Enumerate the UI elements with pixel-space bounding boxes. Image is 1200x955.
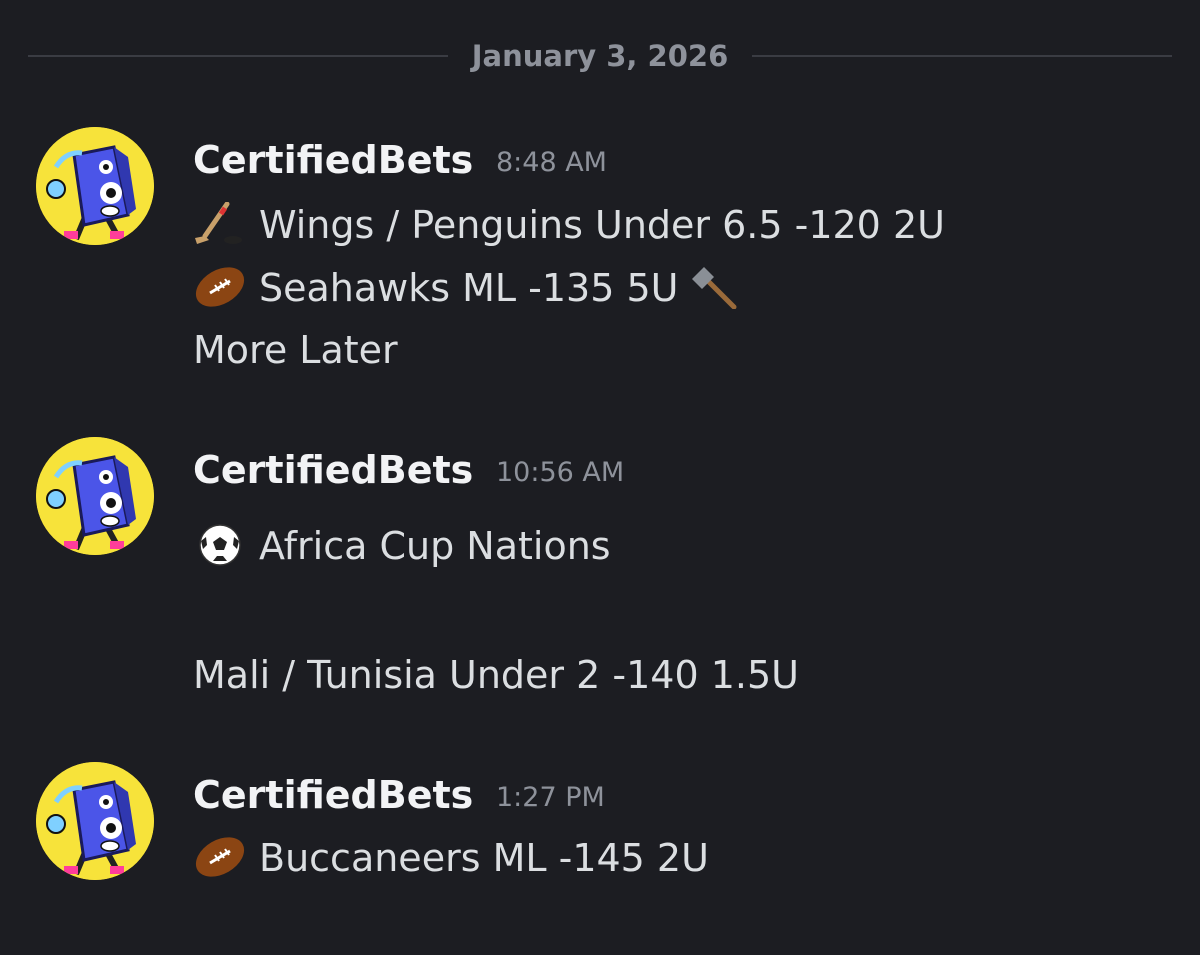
message-line: Seahawks ML -135 5U [193, 264, 742, 312]
soccer-ball-icon [193, 523, 247, 567]
message-line: Africa Cup Nations [193, 522, 611, 570]
message-line: Wings / Penguins Under 6.5 -120 2U [193, 201, 945, 249]
avatar[interactable] [36, 437, 154, 555]
message-timestamp[interactable]: 8:48 AM [496, 141, 607, 185]
username[interactable]: CertifiedBets [193, 448, 473, 492]
message-line: Buccaneers ML -145 2U [193, 834, 709, 882]
avatar[interactable] [36, 127, 154, 245]
message-heading-text: Africa Cup Nations [259, 524, 611, 568]
divider-line-right [752, 55, 1172, 57]
date-label: January 3, 2026 [471, 39, 729, 73]
message-timestamp[interactable]: 1:27 PM [496, 776, 605, 820]
avatar[interactable] [36, 762, 154, 880]
hammer-icon [688, 265, 742, 309]
username[interactable]: CertifiedBets [193, 773, 473, 817]
username[interactable]: CertifiedBets [193, 138, 473, 182]
hockey-stick-icon [193, 202, 247, 246]
bet-text: Buccaneers ML -145 2U [259, 836, 709, 880]
divider-line-left [28, 55, 448, 57]
bet-text: Wings / Penguins Under 6.5 -120 2U [259, 203, 945, 247]
message-line: More Later [193, 328, 398, 372]
american-football-icon [193, 265, 247, 309]
american-football-icon [193, 835, 247, 879]
message-line: Mali / Tunisia Under 2 -140 1.5U [193, 653, 799, 697]
message-timestamp[interactable]: 10:56 AM [496, 451, 624, 495]
date-divider: January 3, 2026 [28, 36, 1172, 76]
bet-text: Seahawks ML -135 5U [259, 266, 679, 310]
